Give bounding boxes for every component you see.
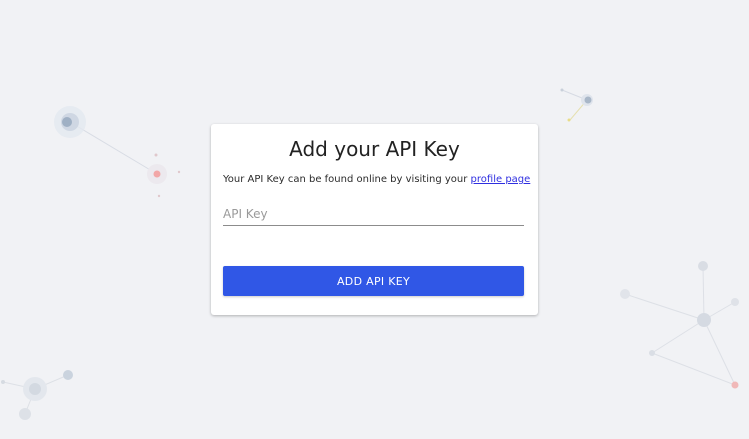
network-cluster-top-right — [560, 88, 593, 122]
card-title: Add your API Key — [289, 137, 460, 161]
api-key-card: Add your API Key Your API Key can be fou… — [211, 124, 538, 315]
profile-page-link[interactable]: profile page — [471, 174, 531, 185]
add-api-key-button[interactable]: ADD API KEY — [223, 266, 524, 296]
network-cluster-bottom-left — [1, 370, 73, 420]
card-description: Your API Key can be found online by visi… — [223, 173, 531, 187]
page-background: Add your API Key Your API Key can be fou… — [0, 0, 749, 439]
network-cluster-right — [620, 261, 739, 389]
card-description-text: Your API Key can be found online by visi… — [223, 174, 468, 185]
api-key-input[interactable] — [223, 202, 524, 226]
network-cluster-top-left — [54, 106, 181, 198]
